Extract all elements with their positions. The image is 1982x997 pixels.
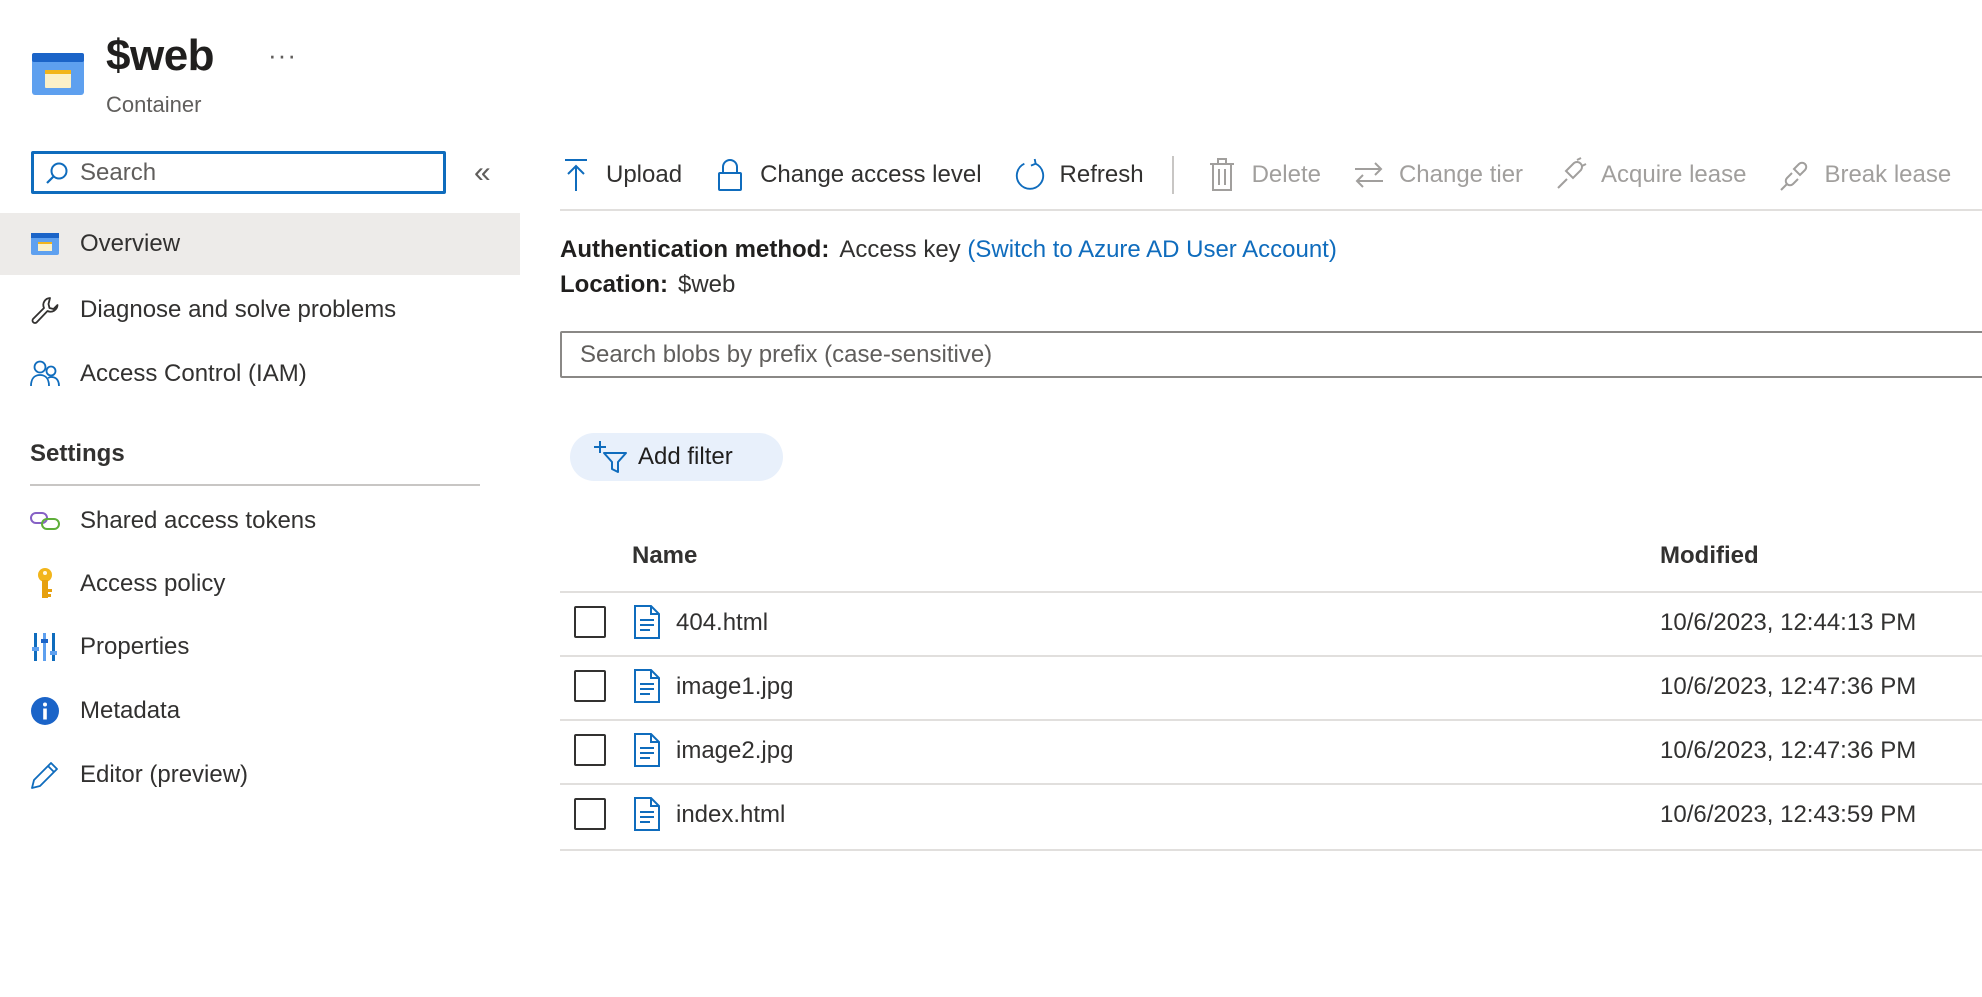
row-checkbox[interactable] bbox=[574, 670, 606, 702]
container-icon bbox=[31, 52, 85, 96]
sidebar-item-shared-access-tokens[interactable]: Shared access tokens bbox=[0, 490, 520, 552]
sidebar-item-label: Access policy bbox=[80, 570, 226, 597]
change-tier-button[interactable]: Change tier bbox=[1353, 150, 1523, 200]
blob-search-input[interactable] bbox=[578, 333, 1962, 377]
column-header-modified[interactable]: Modified bbox=[1660, 542, 1759, 570]
pencil-icon bbox=[28, 758, 62, 792]
plug-icon bbox=[1555, 157, 1587, 193]
more-options-button[interactable]: ··· bbox=[268, 40, 297, 71]
people-icon bbox=[28, 357, 62, 391]
refresh-icon bbox=[1014, 157, 1046, 193]
container-icon bbox=[28, 227, 62, 261]
upload-button[interactable]: Upload bbox=[560, 150, 682, 200]
sidebar-item-access-control[interactable]: Access Control (IAM) bbox=[0, 343, 520, 405]
authentication-method-line: Authentication method: Access key (Switch… bbox=[560, 236, 1337, 264]
sidebar-item-label: Editor (preview) bbox=[80, 761, 249, 788]
settings-section-title: Settings bbox=[30, 440, 125, 467]
sidebar-item-label: Overview bbox=[80, 230, 181, 257]
sidebar-item-diagnose[interactable]: Diagnose and solve problems bbox=[0, 279, 520, 341]
auth-method-label: Authentication method: bbox=[560, 236, 830, 263]
break-lease-button[interactable]: Break lease bbox=[1778, 150, 1951, 200]
add-filter-button[interactable]: Add filter bbox=[570, 433, 783, 481]
file-name[interactable]: image1.jpg bbox=[676, 673, 793, 701]
link-icon bbox=[28, 504, 62, 538]
sidebar-item-metadata[interactable]: Metadata bbox=[0, 680, 520, 742]
row-checkbox[interactable] bbox=[574, 606, 606, 638]
sidebar-item-overview[interactable]: Overview bbox=[0, 213, 520, 275]
sidebar-item-access-policy[interactable]: Access policy bbox=[0, 553, 520, 615]
sidebar-item-label: Metadata bbox=[80, 697, 181, 724]
file-modified: 10/6/2023, 12:47:36 PM bbox=[1660, 673, 1917, 700]
file-modified: 10/6/2023, 12:47:36 PM bbox=[1660, 737, 1917, 764]
table-row[interactable]: index.html 10/6/2023, 12:43:59 PM bbox=[560, 783, 1982, 851]
collapse-sidebar-button[interactable]: « bbox=[474, 158, 491, 188]
file-icon bbox=[634, 733, 660, 767]
upload-icon bbox=[560, 157, 592, 193]
add-filter-label: Add filter bbox=[638, 443, 733, 470]
switch-auth-link[interactable]: (Switch to Azure AD User Account) bbox=[967, 236, 1336, 263]
blob-search-box[interactable] bbox=[560, 331, 1982, 378]
location-line: Location: $web bbox=[560, 271, 735, 299]
file-name[interactable]: index.html bbox=[676, 801, 785, 829]
search-icon bbox=[46, 162, 68, 184]
lock-icon bbox=[714, 157, 746, 193]
sidebar-item-properties[interactable]: Properties bbox=[0, 616, 520, 678]
sidebar-item-label: Properties bbox=[80, 633, 190, 660]
sidebar-item-editor[interactable]: Editor (preview) bbox=[0, 744, 520, 806]
change-access-level-button[interactable]: Change access level bbox=[714, 150, 982, 200]
wrench-icon bbox=[28, 293, 62, 327]
swap-arrows-icon bbox=[1353, 157, 1385, 193]
command-bar: Upload Change access level Refresh Delet… bbox=[560, 150, 1982, 200]
broken-plug-icon bbox=[1778, 157, 1810, 193]
delete-button[interactable]: Delete bbox=[1206, 150, 1321, 200]
row-checkbox[interactable] bbox=[574, 734, 606, 766]
table-row[interactable]: image1.jpg 10/6/2023, 12:47:36 PM bbox=[560, 655, 1982, 721]
file-icon bbox=[634, 605, 660, 639]
auth-method-value: Access key bbox=[839, 236, 961, 263]
key-icon bbox=[28, 567, 62, 601]
file-modified: 10/6/2023, 12:43:59 PM bbox=[1660, 801, 1917, 828]
file-name[interactable]: image2.jpg bbox=[676, 737, 793, 765]
page-subtitle: Container bbox=[106, 92, 202, 117]
sidebar-search-input[interactable] bbox=[78, 157, 422, 188]
sidebar-search-box[interactable] bbox=[31, 151, 446, 194]
sidebar-item-label: Access Control (IAM) bbox=[80, 360, 307, 387]
location-value: $web bbox=[678, 271, 736, 298]
acquire-lease-button[interactable]: Acquire lease bbox=[1555, 150, 1746, 200]
breadcrumb bbox=[150, 0, 732, 4]
page-title: $web bbox=[106, 31, 215, 80]
trash-icon bbox=[1206, 157, 1238, 193]
add-filter-icon bbox=[594, 441, 627, 473]
file-icon bbox=[634, 669, 660, 703]
location-label: Location: bbox=[560, 271, 668, 298]
sidebar-item-label: Diagnose and solve problems bbox=[80, 296, 397, 323]
refresh-button[interactable]: Refresh bbox=[1014, 150, 1144, 200]
file-modified: 10/6/2023, 12:44:13 PM bbox=[1660, 609, 1917, 636]
info-icon bbox=[28, 694, 62, 728]
table-row[interactable]: image2.jpg 10/6/2023, 12:47:36 PM bbox=[560, 719, 1982, 785]
column-header-name[interactable]: Name bbox=[632, 542, 697, 570]
divider bbox=[560, 209, 1982, 211]
file-name[interactable]: 404.html bbox=[676, 609, 768, 637]
sidebar-item-label: Shared access tokens bbox=[80, 507, 317, 534]
toolbar-separator bbox=[1171, 156, 1174, 194]
properties-icon bbox=[28, 630, 62, 664]
divider bbox=[30, 484, 480, 486]
table-row[interactable]: 404.html 10/6/2023, 12:44:13 PM bbox=[560, 591, 1982, 657]
file-icon bbox=[634, 797, 660, 831]
row-checkbox[interactable] bbox=[574, 798, 606, 830]
